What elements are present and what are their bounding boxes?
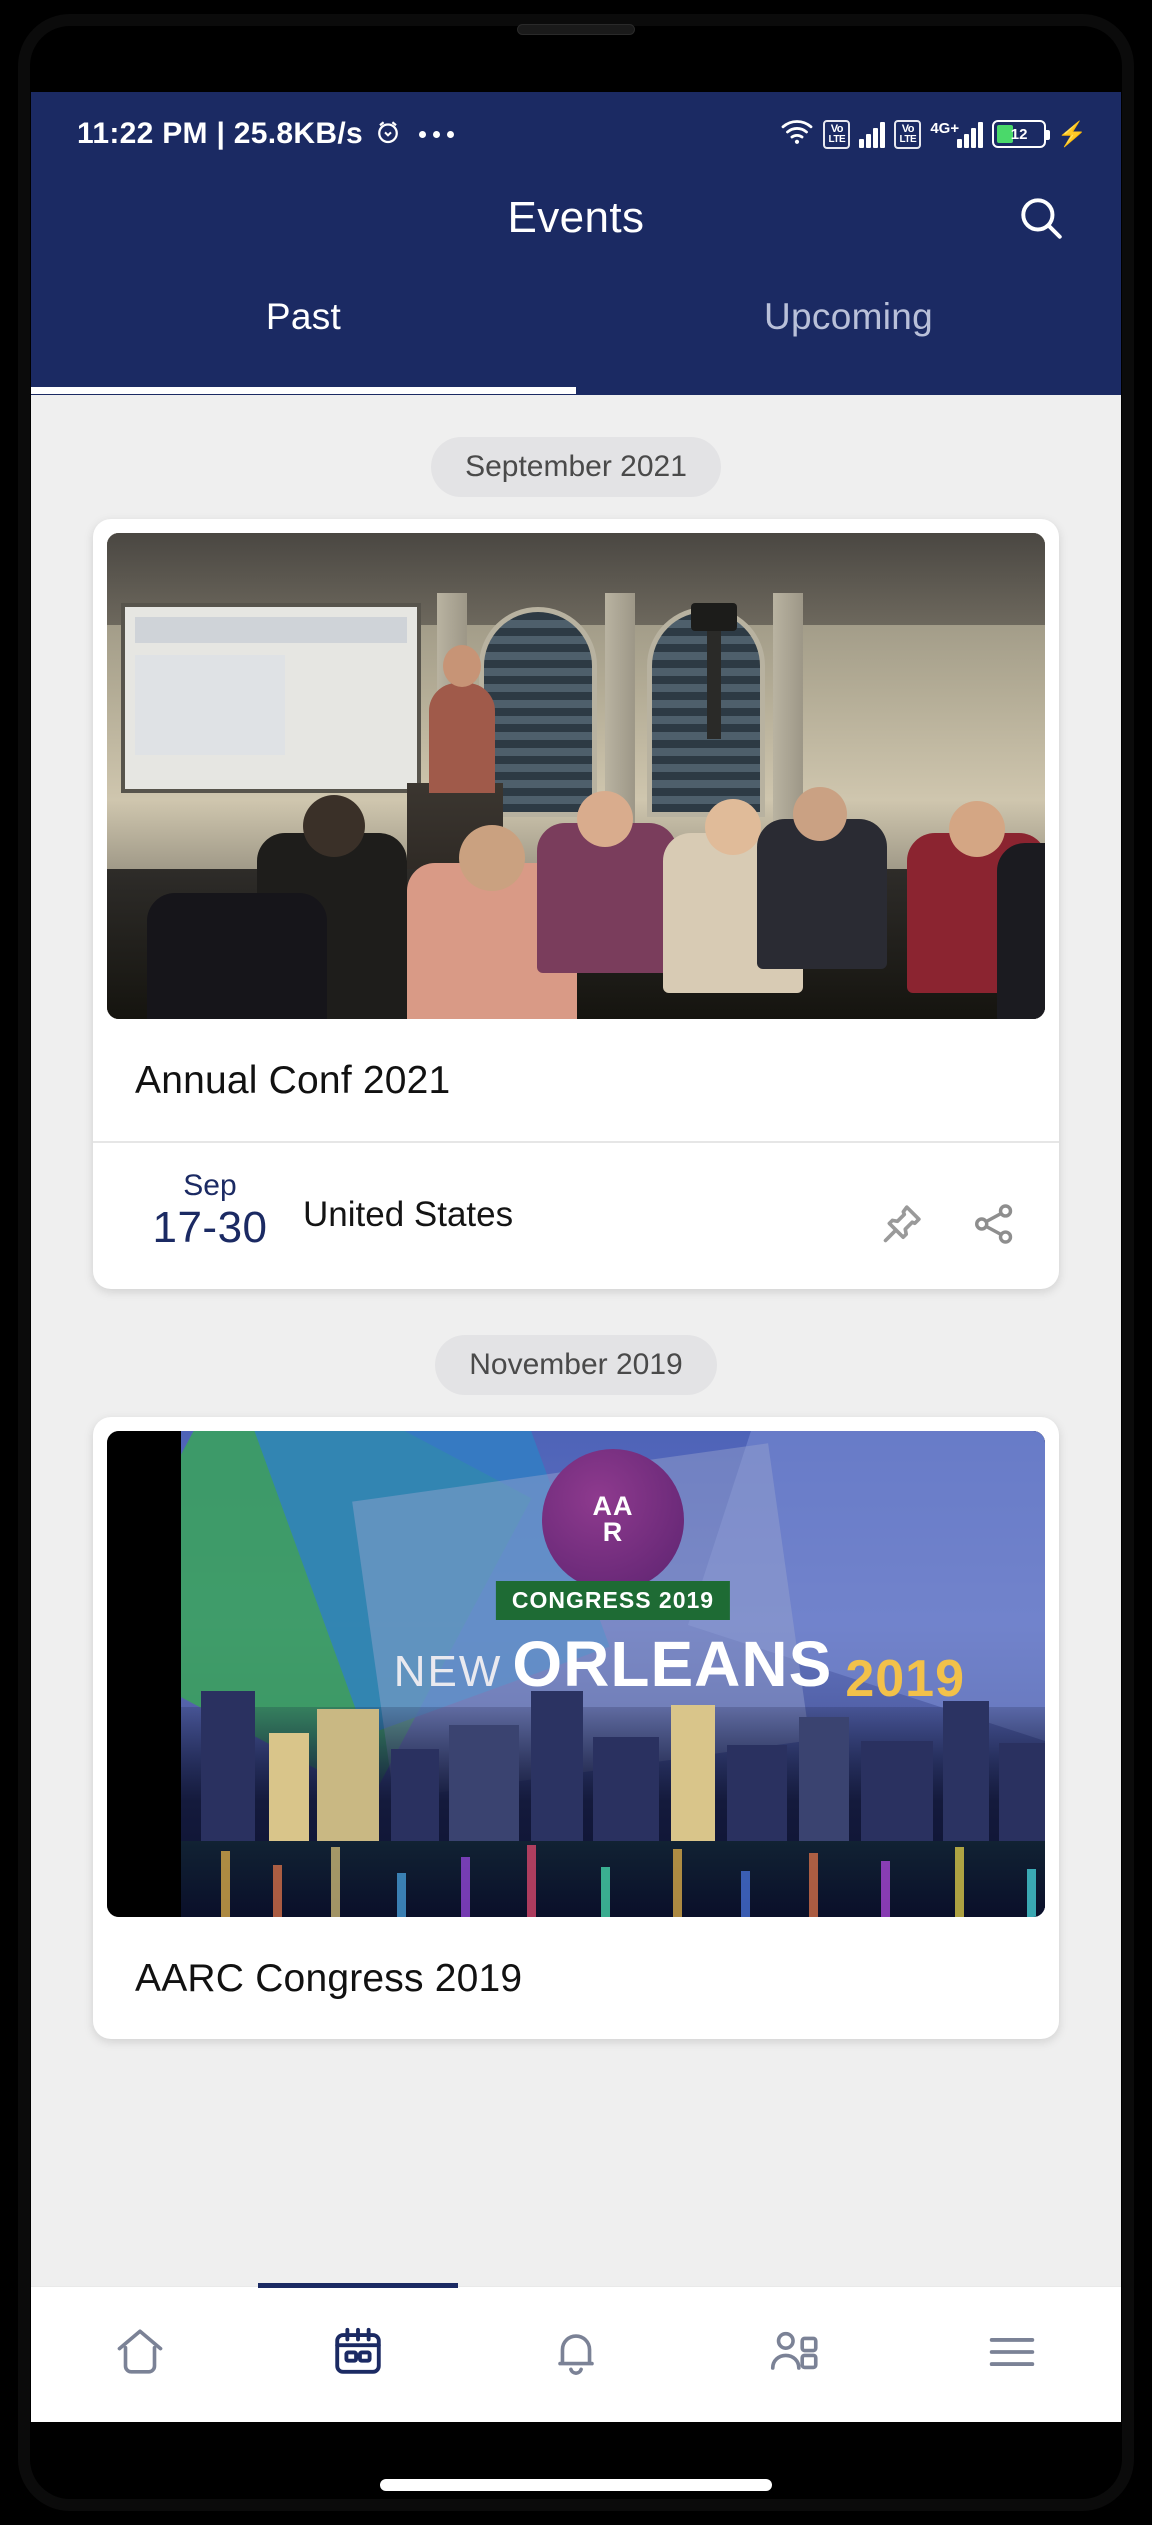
event-meta-row: Sep 17-30 United States <box>93 1143 1059 1289</box>
share-icon[interactable] <box>971 1201 1017 1247</box>
event-image <box>107 533 1045 1019</box>
event-image: AA R CONGRESS 2019 NEW ORLEANS 2019 <box>107 1430 1045 1917</box>
nav-item-menu[interactable] <box>903 2287 1121 2422</box>
status-time: 11:22 PM <box>77 117 208 150</box>
phone-screen: 11:22 PM | 25.8KB/s Vo LTE Vo LTE 4G+ 12… <box>31 92 1121 2422</box>
status-bar-right: Vo LTE Vo LTE 4G+ 12 ⚡ <box>780 118 1087 151</box>
wifi-icon <box>780 118 814 151</box>
event-card-annual-conf-2021[interactable]: Annual Conf 2021 Sep 17-30 United States <box>93 519 1059 1289</box>
phone-device-frame: 11:22 PM | 25.8KB/s Vo LTE Vo LTE 4G+ 12… <box>0 0 1152 2525</box>
network-type-with-bars: 4G+ <box>930 120 984 148</box>
tab-past-label: Past <box>265 296 342 337</box>
signal-bars-icon-2 <box>957 120 984 148</box>
event-date-month: Sep <box>183 1169 237 1202</box>
people-icon <box>765 2323 823 2386</box>
more-dots-icon <box>418 130 454 138</box>
month-chip: September 2021 <box>431 437 721 497</box>
status-separator: | <box>216 117 226 150</box>
search-icon[interactable] <box>1009 186 1073 250</box>
month-group-header-2: November 2019 <box>31 1334 1121 1395</box>
hamburger-menu-icon <box>983 2323 1041 2386</box>
battery-percent: 12 <box>1010 125 1028 143</box>
alarm-clock-icon <box>373 117 403 152</box>
conference-room-photo <box>107 533 1045 1019</box>
poster-banner: CONGRESS 2019 <box>495 1580 731 1620</box>
poster-city-word2: ORLEANS <box>512 1627 833 1700</box>
poster-city-line: NEW ORLEANS <box>394 1627 833 1701</box>
signal-bars-icon-1 <box>859 120 886 148</box>
aarc-congress-poster: AA R CONGRESS 2019 NEW ORLEANS 2019 <box>107 1430 1045 1917</box>
nav-item-events[interactable] <box>249 2287 467 2422</box>
battery-icon: 12 <box>992 120 1051 148</box>
calendar-icon <box>329 2323 387 2386</box>
tab-bar: Past Upcoming <box>31 282 1121 394</box>
volte-icon-1: Vo LTE <box>823 119 851 149</box>
app-bar-row: Events <box>31 154 1121 282</box>
nav-item-community[interactable] <box>685 2287 903 2422</box>
status-bar-time-and-speed: 11:22 PM | 25.8KB/s <box>77 117 363 151</box>
home-icon <box>111 2323 169 2386</box>
month-chip: November 2019 <box>435 1334 717 1395</box>
pin-icon[interactable] <box>879 1201 925 1247</box>
earpiece-speaker <box>517 24 635 35</box>
status-bar-left: 11:22 PM | 25.8KB/s <box>77 117 454 152</box>
status-net-speed: 25.8KB/s <box>233 117 363 150</box>
event-title: Annual Conf 2021 <box>135 1059 451 1102</box>
app-header: 11:22 PM | 25.8KB/s Vo LTE Vo LTE 4G+ 12… <box>31 92 1121 395</box>
aarc-badge-line2: R <box>602 1516 624 1547</box>
poster-year: 2019 <box>845 1649 965 1708</box>
volte-icon-2: Vo LTE <box>894 119 922 149</box>
event-date-block: Sep 17-30 <box>135 1169 285 1255</box>
tab-past[interactable]: Past <box>31 282 576 394</box>
tab-upcoming[interactable]: Upcoming <box>576 282 1121 394</box>
events-list[interactable]: September 2021 Annual Conf 2021 Sep 17-3… <box>31 395 1121 2286</box>
page-title: Events <box>507 193 645 242</box>
event-card-aarc-congress-2019[interactable]: AA R CONGRESS 2019 NEW ORLEANS 2019 AARC… <box>93 1416 1059 2039</box>
poster-city-word1: NEW <box>393 1646 503 1696</box>
event-actions <box>879 1177 1017 1247</box>
tab-upcoming-label: Upcoming <box>764 296 933 337</box>
month-group-header-1: September 2021 <box>31 437 1121 497</box>
bottom-navigation-bar <box>31 2286 1121 2422</box>
bolt-icon: ⚡ <box>1057 120 1087 148</box>
status-bar: 11:22 PM | 25.8KB/s Vo LTE Vo LTE 4G+ 12… <box>31 92 1121 154</box>
event-title: AARC Congress 2019 <box>135 1956 523 2000</box>
nav-item-notifications[interactable] <box>467 2287 685 2422</box>
network-type-label: 4G+ <box>930 120 960 137</box>
home-indicator <box>380 2479 772 2491</box>
event-date-days: 17-30 <box>152 1203 268 1252</box>
bell-icon <box>547 2323 605 2386</box>
event-location: United States <box>303 1195 514 1234</box>
nav-item-home[interactable] <box>31 2287 249 2422</box>
aarc-logo-badge: AA R <box>542 1448 684 1591</box>
